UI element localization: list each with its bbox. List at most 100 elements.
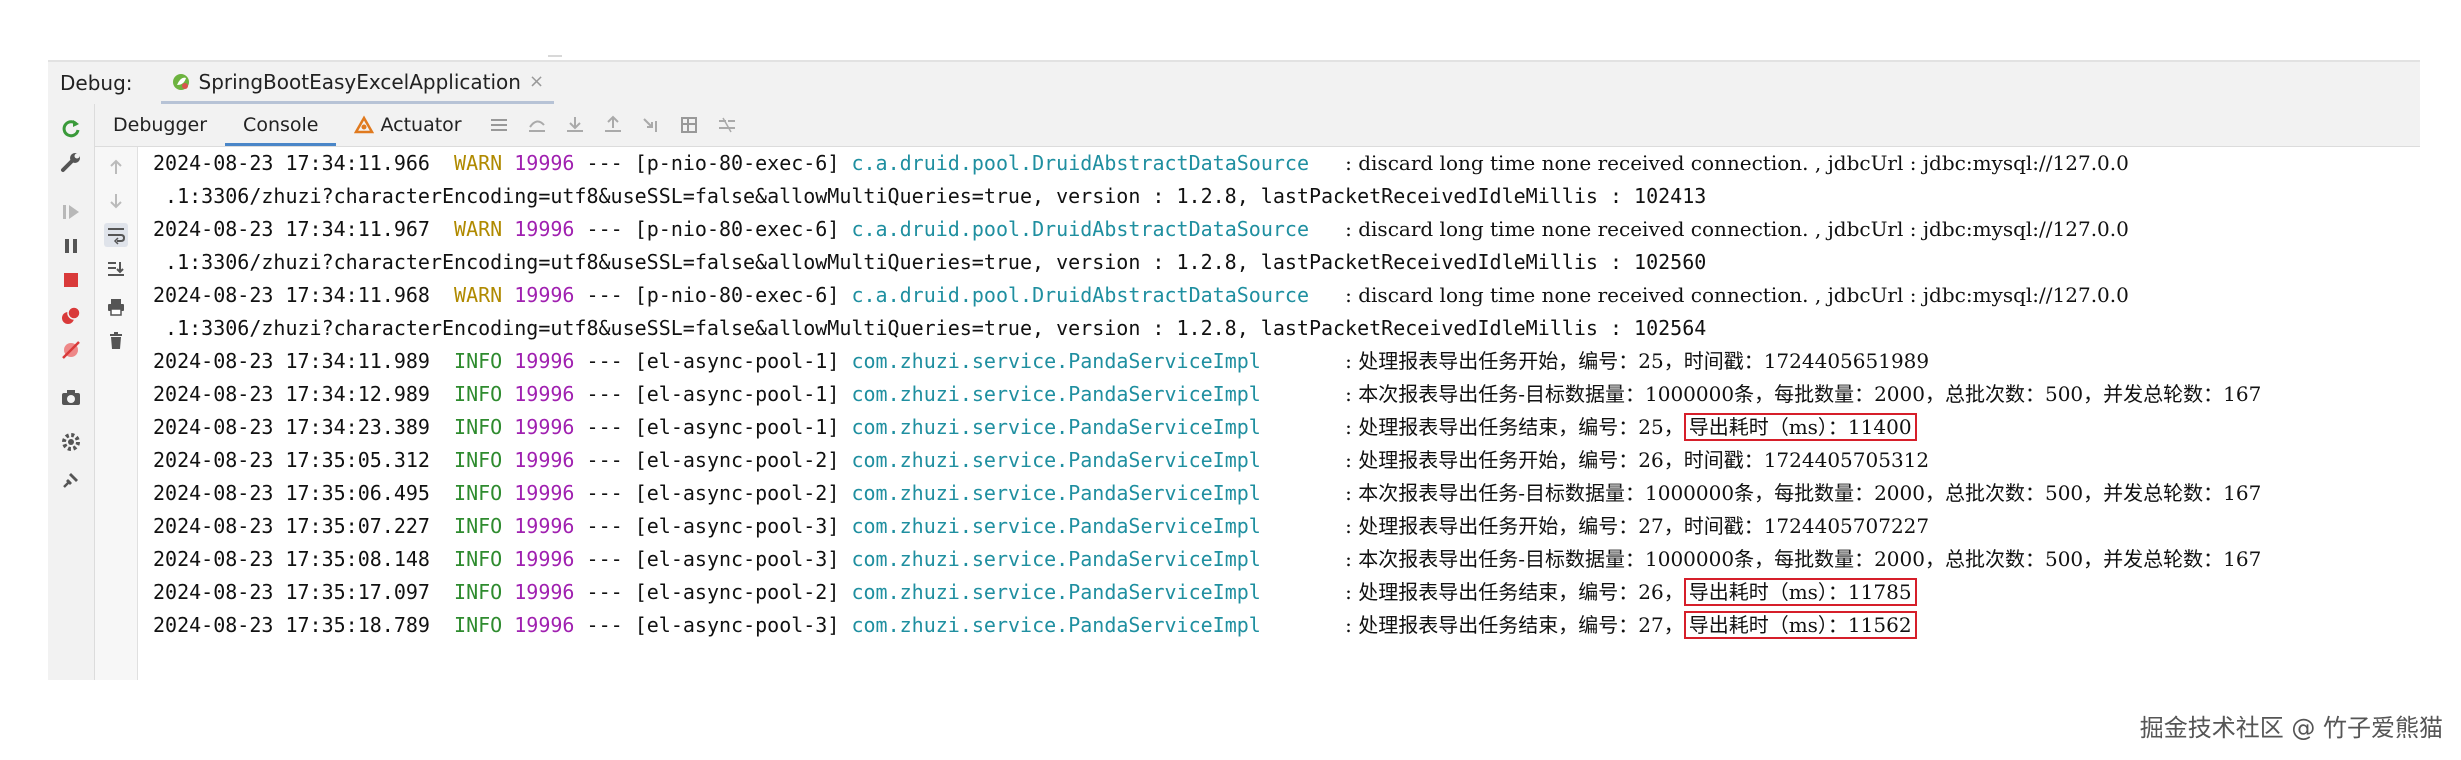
log-logger: com.zhuzi.service.PandaServiceImpl	[851, 580, 1261, 604]
tab-debugger[interactable]: Debugger	[95, 104, 225, 146]
log-pad	[1261, 415, 1345, 439]
log-pad	[1261, 481, 1345, 505]
log-pad	[1309, 283, 1345, 307]
log-pad	[1261, 514, 1345, 538]
log-logger: com.zhuzi.service.PandaServiceImpl	[851, 415, 1261, 439]
log-thread: --- [el-async-pool-1]	[586, 349, 840, 373]
log-timestamp: 2024-08-23 17:34:23.389	[153, 415, 430, 439]
log-level: INFO	[454, 481, 503, 505]
log-level: INFO	[454, 514, 503, 538]
log-message: : 本次报表导出任务-目标数据量：1000000条，每批数量：2000，总批次数…	[1345, 382, 2262, 406]
tab-console[interactable]: Console	[225, 104, 337, 146]
trash-icon[interactable]	[104, 329, 128, 353]
log-thread: --- [el-async-pool-1]	[586, 382, 840, 406]
log-message: : 处理报表导出任务开始，编号：25，时间戳：1724405651989	[1345, 349, 1930, 373]
soft-wrap-icon[interactable]	[104, 223, 128, 247]
scroll-up-icon[interactable]	[104, 155, 128, 179]
log-pid: 19996	[514, 448, 575, 472]
log-level: WARN	[454, 151, 503, 175]
log-thread: --- [el-async-pool-3]	[586, 547, 840, 571]
log-line: 2024-08-23 17:34:11.966 WARN 19996 --- […	[153, 147, 2129, 180]
debug-left-toolbar	[48, 104, 95, 680]
log-message: : 本次报表导出任务-目标数据量：1000000条，每批数量：2000，总批次数…	[1345, 547, 2262, 571]
log-thread: --- [el-async-pool-3]	[586, 613, 840, 637]
log-timestamp: 2024-08-23 17:34:11.968	[153, 283, 430, 307]
rerun-icon[interactable]	[59, 116, 83, 140]
log-line: 2024-08-23 17:35:06.495 INFO 19996 --- […	[153, 477, 2261, 510]
divider-notch	[548, 55, 562, 57]
log-pid: 19996	[514, 283, 575, 307]
log-line: .1:3306/zhuzi?characterEncoding=utf8&use…	[153, 246, 1706, 279]
log-level: WARN	[454, 217, 503, 241]
log-continuation: .1:3306/zhuzi?characterEncoding=utf8&use…	[153, 184, 1707, 208]
step-into-icon[interactable]	[564, 114, 586, 136]
log-line: 2024-08-23 17:35:08.148 INFO 19996 --- […	[153, 543, 2261, 576]
log-level: INFO	[454, 580, 503, 604]
log-logger: com.zhuzi.service.PandaServiceImpl	[851, 514, 1261, 538]
debug-tabs-row: Debugger Console Actuator	[95, 104, 2420, 147]
mute-breakpoints-icon[interactable]	[59, 338, 83, 362]
close-tab-icon[interactable]: ×	[529, 71, 544, 92]
log-logger: com.zhuzi.service.PandaServiceImpl	[851, 613, 1261, 637]
step-over-icon[interactable]	[526, 114, 548, 136]
log-pad	[1261, 580, 1345, 604]
log-pad	[1309, 217, 1345, 241]
scroll-to-end-icon[interactable]	[104, 257, 128, 281]
log-logger: com.zhuzi.service.PandaServiceImpl	[851, 382, 1261, 406]
log-pid: 19996	[514, 514, 575, 538]
camera-icon[interactable]	[59, 386, 83, 410]
log-thread: --- [el-async-pool-2]	[586, 580, 840, 604]
log-pad	[1309, 151, 1345, 175]
debug-label: Debug:	[60, 71, 133, 95]
log-pid: 19996	[514, 151, 575, 175]
settings-wrench-icon[interactable]	[59, 150, 83, 174]
pin-icon[interactable]	[59, 468, 83, 492]
log-pad	[1261, 547, 1345, 571]
log-continuation: .1:3306/zhuzi?characterEncoding=utf8&use…	[153, 316, 1707, 340]
log-line: 2024-08-23 17:34:11.967 WARN 19996 --- […	[153, 213, 2129, 246]
log-pid: 19996	[514, 481, 575, 505]
actuator-icon	[354, 115, 375, 134]
log-line: 2024-08-23 17:34:12.989 INFO 19996 --- […	[153, 378, 2261, 411]
log-thread: --- [p-nio-80-exec-6]	[586, 283, 840, 307]
stop-icon[interactable]	[59, 268, 83, 292]
step-out-icon[interactable]	[602, 114, 624, 136]
log-logger: com.zhuzi.service.PandaServiceImpl	[851, 547, 1261, 571]
log-message: : 本次报表导出任务-目标数据量：1000000条，每批数量：2000，总批次数…	[1345, 481, 2262, 505]
log-pid: 19996	[514, 415, 575, 439]
run-to-cursor-icon[interactable]	[640, 114, 662, 136]
log-timestamp: 2024-08-23 17:35:18.789	[153, 613, 430, 637]
log-pad	[1261, 382, 1345, 406]
list-icon[interactable]	[488, 114, 510, 136]
tab-actuator[interactable]: Actuator	[336, 104, 479, 146]
log-level: INFO	[454, 382, 503, 406]
gear-icon[interactable]	[59, 430, 83, 454]
log-logger: c.a.druid.pool.DruidAbstractDataSource	[851, 151, 1310, 175]
log-timestamp: 2024-08-23 17:35:05.312	[153, 448, 430, 472]
log-level: INFO	[454, 448, 503, 472]
trace-icon[interactable]	[716, 114, 738, 136]
run-config-tab[interactable]: SpringBootEasyExcelApplication ×	[160, 62, 555, 104]
view-breakpoints-icon[interactable]	[59, 304, 83, 328]
watermark: 掘金技术社区 @ 竹子爱熊猫	[2139, 714, 2443, 742]
log-logger: com.zhuzi.service.PandaServiceImpl	[851, 349, 1261, 373]
log-thread: --- [el-async-pool-2]	[586, 448, 840, 472]
evaluate-icon[interactable]	[678, 114, 700, 136]
log-message: : 处理报表导出任务开始，编号：27，时间戳：1724405707227	[1345, 514, 1930, 538]
log-logger: c.a.druid.pool.DruidAbstractDataSource	[851, 283, 1310, 307]
resume-icon[interactable]	[59, 200, 83, 224]
log-logger: c.a.druid.pool.DruidAbstractDataSource	[851, 217, 1310, 241]
log-timestamp: 2024-08-23 17:35:08.148	[153, 547, 430, 571]
log-thread: --- [el-async-pool-3]	[586, 514, 840, 538]
log-thread: --- [p-nio-80-exec-6]	[586, 151, 840, 175]
pause-icon[interactable]	[59, 234, 83, 258]
log-duration-highlight: 导出耗时（ms）：11785	[1683, 578, 1917, 606]
log-message: : 处理报表导出任务结束，编号：27，	[1345, 613, 1684, 637]
print-icon[interactable]	[104, 295, 128, 319]
log-duration-highlight: 导出耗时（ms）：11400	[1683, 413, 1917, 441]
log-thread: --- [el-async-pool-1]	[586, 415, 840, 439]
debug-title-bar: Debug: SpringBootEasyExcelApplication ×	[48, 62, 2420, 105]
scroll-down-icon[interactable]	[104, 189, 128, 213]
log-level: INFO	[454, 613, 503, 637]
log-message: : discard long time none received connec…	[1345, 151, 2129, 175]
